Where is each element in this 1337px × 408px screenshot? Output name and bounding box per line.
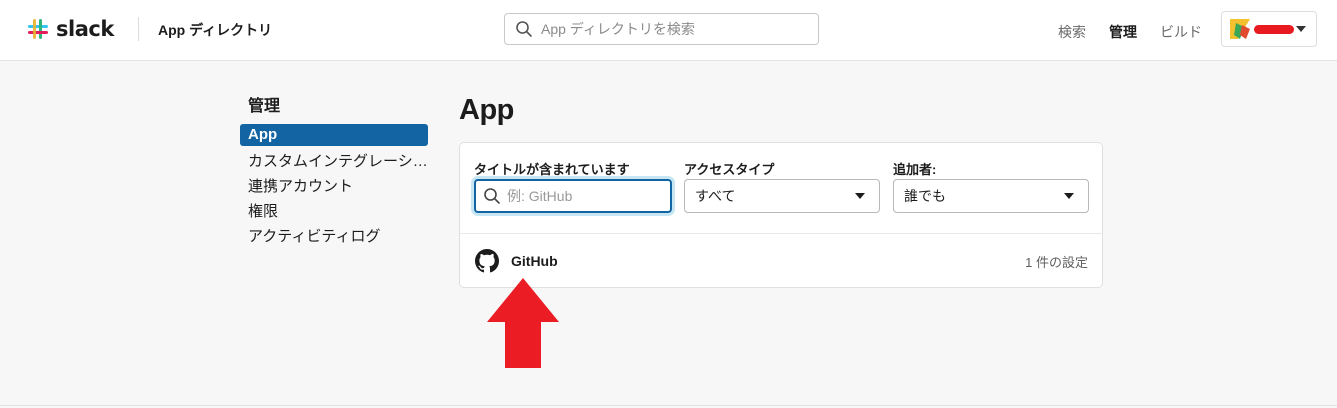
nav-manage-link[interactable]: 管理 (1109, 22, 1137, 42)
search-icon (516, 21, 532, 37)
added-by-value: 誰でも (904, 188, 946, 204)
access-type-value: すべて (695, 188, 736, 204)
team-switcher[interactable] (1221, 11, 1317, 47)
title-filter-input[interactable] (507, 188, 647, 204)
sidebar-item-app[interactable]: App (240, 124, 428, 146)
nav-build-link[interactable]: ビルド (1160, 22, 1202, 42)
access-type-label: アクセスタイプ (684, 162, 775, 177)
top-header: slack App ディレクトリ 検索 管理 ビルド (0, 0, 1337, 61)
chevron-down-icon (1064, 193, 1074, 199)
nav-search-link[interactable]: 検索 (1058, 22, 1086, 42)
slack-logo[interactable]: slack (26, 17, 114, 41)
sidebar-item-linked-accounts[interactable]: 連携アカウント (240, 175, 428, 199)
annotation-arrow (487, 278, 559, 368)
header-divider (138, 17, 139, 41)
app-directory-search[interactable] (504, 13, 819, 45)
sidebar-heading: 管理 (248, 98, 281, 115)
apps-card: タイトルが含まれています アクセスタイプ すべて 追加者: 誰でも GitHub… (459, 142, 1103, 288)
logo-text: slack (56, 17, 114, 41)
manage-sidebar: 管理 App カスタムインテグレーショ… 連携アカウント 権限 アクティビティロ… (240, 92, 430, 249)
title-filter-field[interactable] (474, 179, 672, 213)
chevron-down-icon (855, 193, 865, 199)
page-title: App (459, 94, 514, 126)
added-by-select[interactable]: 誰でも (893, 179, 1089, 213)
team-avatar (1230, 19, 1250, 39)
app-name[interactable]: GitHub (511, 253, 558, 269)
added-by-label: 追加者: (893, 162, 937, 177)
app-config-count: 1 件の設定 (1025, 254, 1088, 270)
github-icon (475, 249, 499, 273)
access-type-select[interactable]: すべて (684, 179, 880, 213)
search-input[interactable] (541, 21, 801, 37)
title-filter-label: タイトルが含まれています (474, 162, 630, 177)
sidebar-item-activity-log[interactable]: アクティビティログ (240, 225, 428, 249)
footer-divider (0, 405, 1337, 406)
redacted-team-name (1254, 24, 1294, 34)
slack-logo-icon (28, 19, 48, 39)
sidebar-item-custom-integrations[interactable]: カスタムインテグレーショ… (240, 150, 428, 174)
sidebar-item-permissions[interactable]: 権限 (240, 200, 428, 224)
search-icon (484, 188, 500, 204)
chevron-down-icon (1296, 26, 1306, 32)
app-directory-title[interactable]: App ディレクトリ (158, 20, 272, 40)
